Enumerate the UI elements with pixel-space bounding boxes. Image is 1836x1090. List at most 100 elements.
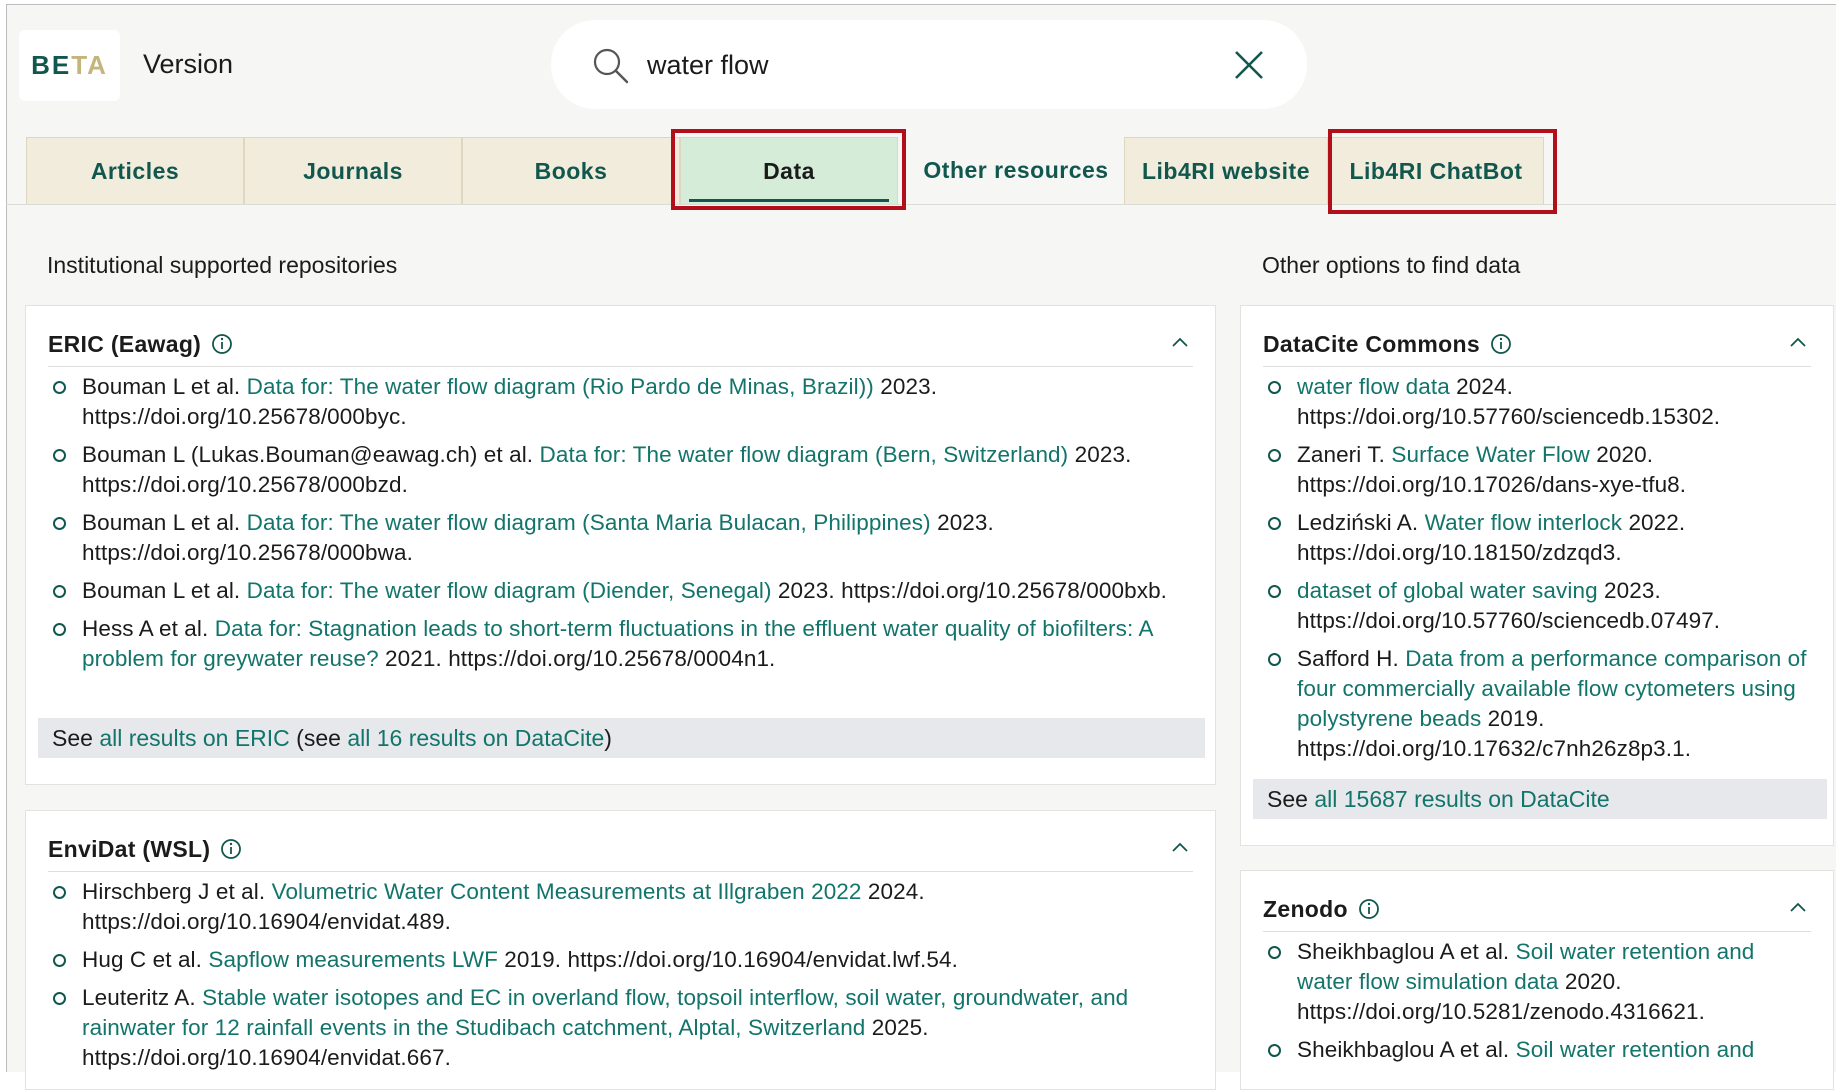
bullet-icon	[53, 886, 66, 899]
info-icon[interactable]	[211, 333, 233, 355]
envidat-results-list: Hirschberg J et al. Volumetric Water Con…	[48, 877, 1193, 1081]
datacite-card-header: DataCite Commons	[1263, 322, 1811, 367]
result-authors: Bouman L et al.	[82, 578, 247, 603]
datacite-card: DataCite Commons water flow data 2024. h…	[1240, 305, 1834, 846]
info-icon[interactable]	[1490, 333, 1512, 355]
bullet-icon	[53, 992, 66, 1005]
list-item: Sheikhbaglou A et al. Soil water retenti…	[1263, 937, 1811, 1027]
info-icon[interactable]	[1358, 898, 1380, 920]
result-authors: Hess A et al.	[82, 616, 215, 641]
zenodo-title: Zenodo	[1263, 895, 1348, 922]
zenodo-card: Zenodo Sheikhbaglou A et al. Soil water …	[1240, 870, 1834, 1090]
result-doi: 2023. https://doi.org/10.25678/000bxb.	[771, 578, 1168, 603]
list-item: water flow data 2024. https://doi.org/10…	[1263, 372, 1811, 432]
envidat-title: EnviDat (WSL)	[48, 835, 211, 862]
see-all-prefix: See	[1267, 786, 1315, 812]
beta-logo[interactable]: BE TA	[19, 30, 120, 101]
list-item: Bouman L et al. Data for: The water flow…	[48, 576, 1193, 606]
version-label: Version	[143, 49, 234, 79]
result-link[interactable]: Sapflow measurements LWF	[208, 947, 498, 972]
see-all-eric-link[interactable]: all results on ERIC	[99, 725, 289, 751]
datacite-see-all: See all 15687 results on DataCite	[1253, 779, 1827, 819]
list-item: Hess A et al. Data for: Stagnation leads…	[48, 614, 1193, 674]
search-input[interactable]	[645, 42, 1209, 88]
bullet-icon	[53, 381, 66, 394]
list-item: Leuteritz A. Stable water isotopes and E…	[48, 983, 1193, 1073]
see-all-mid: (see	[289, 725, 348, 751]
bullet-icon	[1268, 1044, 1281, 1057]
envidat-card-header: EnviDat (WSL)	[48, 827, 1193, 872]
list-item: Safford H. Data from a performance compa…	[1263, 644, 1811, 764]
list-item: Ledziński A. Water flow interlock 2022. …	[1263, 508, 1811, 568]
tab-journals[interactable]: Journals	[244, 137, 462, 204]
result-authors: Ledziński A.	[1297, 510, 1425, 535]
tab-articles[interactable]: Articles	[26, 137, 244, 204]
result-link[interactable]: dataset of global water saving	[1297, 578, 1598, 603]
see-all-datacite-link[interactable]: all 16 results on DataCite	[347, 725, 604, 751]
list-item: Hug C et al. Sapflow measurements LWF 20…	[48, 945, 1193, 975]
result-link[interactable]: Data for: The water flow diagram (Bern, …	[540, 442, 1069, 467]
chevron-up-icon[interactable]	[1787, 332, 1809, 354]
left-section-heading: Institutional supported repositories	[47, 252, 398, 278]
result-authors: Sheikhbaglou A et al.	[1297, 939, 1516, 964]
bullet-icon	[53, 623, 66, 636]
list-item: dataset of global water saving 2023. htt…	[1263, 576, 1811, 636]
result-authors: Leuteritz A.	[82, 985, 203, 1010]
logo-be: BE	[31, 50, 72, 80]
datacite-title: DataCite Commons	[1263, 330, 1480, 357]
result-link[interactable]: Stable water isotopes and EC in overland…	[82, 985, 1128, 1040]
result-link[interactable]: Data for: The water flow diagram (Rio Pa…	[247, 374, 874, 399]
result-link[interactable]: Soil water retention and	[1516, 1037, 1755, 1062]
bullet-icon	[53, 954, 66, 967]
result-authors: Hirschberg J et al.	[82, 879, 272, 904]
result-doi: 2021. https://doi.org/10.25678/0004n1.	[378, 646, 776, 671]
bullet-icon	[53, 585, 66, 598]
result-link[interactable]: water flow data	[1297, 374, 1450, 399]
chevron-up-icon[interactable]	[1169, 837, 1191, 859]
tab-lib4ri-website[interactable]: Lib4RI website	[1124, 137, 1328, 204]
result-link[interactable]: Water flow interlock	[1425, 510, 1622, 535]
list-item: Bouman L (Lukas.Bouman@eawag.ch) et al. …	[48, 440, 1193, 500]
close-icon[interactable]	[1231, 47, 1267, 83]
tab-lib4ri-chatbot[interactable]: Lib4RI ChatBot	[1328, 137, 1544, 204]
bullet-icon	[1268, 517, 1281, 530]
chevron-up-icon[interactable]	[1169, 332, 1191, 354]
logo-ta: TA	[71, 50, 108, 80]
list-item: Bouman L et al. Data for: The water flow…	[48, 372, 1193, 432]
result-doi: 2019. https://doi.org/10.16904/envidat.l…	[497, 947, 958, 972]
chevron-up-icon[interactable]	[1787, 897, 1809, 919]
info-icon[interactable]	[220, 838, 242, 860]
result-link[interactable]: Data for: The water flow diagram (Santa …	[247, 510, 931, 535]
result-authors: Safford H.	[1297, 646, 1406, 671]
tab-data[interactable]: Data	[680, 137, 898, 204]
tab-other-resources[interactable]: Other resources	[906, 137, 1126, 204]
tab-books[interactable]: Books	[462, 137, 680, 204]
tab-bar: Articles Journals Books Data Other resou…	[26, 137, 1556, 204]
envidat-card: EnviDat (WSL) Hirschberg J et al. Volume…	[25, 810, 1216, 1090]
bullet-icon	[1268, 449, 1281, 462]
result-link[interactable]: Data for: The water flow diagram (Diende…	[247, 578, 772, 603]
list-item: Zaneri T. Surface Water Flow 2020. https…	[1263, 440, 1811, 500]
result-authors: Bouman L (Lukas.Bouman@eawag.ch) et al.	[82, 442, 540, 467]
bullet-icon	[1268, 381, 1281, 394]
see-all-datacite-link[interactable]: all 15687 results on DataCite	[1314, 786, 1609, 812]
eric-see-all: See all results on ERIC (see all 16 resu…	[38, 718, 1205, 758]
eric-results-list: Bouman L et al. Data for: The water flow…	[48, 372, 1193, 682]
result-link[interactable]: Surface Water Flow	[1391, 442, 1590, 467]
zenodo-card-header: Zenodo	[1263, 887, 1811, 932]
result-authors: Zaneri T.	[1297, 442, 1392, 467]
list-item: Bouman L et al. Data for: The water flow…	[48, 508, 1193, 568]
right-section-heading: Other options to find data	[1262, 252, 1521, 278]
result-authors: Bouman L et al.	[82, 374, 247, 399]
bullet-icon	[1268, 653, 1281, 666]
result-authors: Bouman L et al.	[82, 510, 247, 535]
result-authors: Hug C et al.	[82, 947, 209, 972]
result-link[interactable]: Volumetric Water Content Measurements at…	[272, 879, 862, 904]
tabs-divider	[6, 204, 1836, 205]
search-bar	[551, 20, 1307, 109]
eric-card: ERIC (Eawag) Bouman L et al. Data for: T…	[25, 305, 1216, 785]
datacite-results-list: water flow data 2024. https://doi.org/10…	[1263, 372, 1811, 772]
list-item: Hirschberg J et al. Volumetric Water Con…	[48, 877, 1193, 937]
see-all-prefix: See	[52, 725, 100, 751]
bullet-icon	[53, 517, 66, 530]
